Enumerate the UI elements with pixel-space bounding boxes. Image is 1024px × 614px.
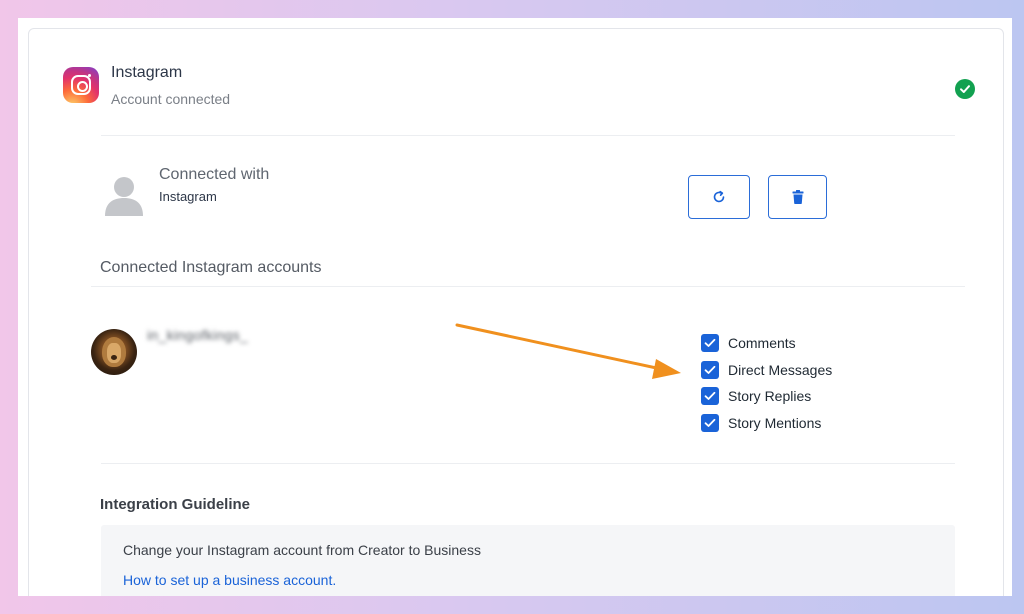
refresh-icon <box>713 190 725 203</box>
permission-label: Comments <box>728 335 796 352</box>
annotation-arrow <box>455 323 681 379</box>
connection-status: Account connected <box>111 91 231 107</box>
checkbox-checked[interactable] <box>701 387 719 406</box>
divider <box>91 286 965 287</box>
user-avatar-icon <box>103 174 145 216</box>
account-username: in_kingofkings_ <box>147 327 249 343</box>
app-title: Instagram <box>111 64 183 81</box>
permission-comments[interactable]: Comments <box>701 330 832 357</box>
business-account-link[interactable]: How to set up a business account. <box>123 572 336 588</box>
guideline-title: Integration Guideline <box>100 496 251 513</box>
connected-provider: Instagram <box>159 189 217 204</box>
permission-story-replies[interactable]: Story Replies <box>701 383 832 410</box>
permission-label: Story Replies <box>728 388 812 405</box>
instagram-logo-icon <box>63 67 99 103</box>
permission-label: Direct Messages <box>728 361 833 378</box>
permission-direct-messages[interactable]: Direct Messages <box>701 357 832 384</box>
divider <box>101 135 955 136</box>
permission-list: Comments Direct Messages Story Replies S… <box>701 330 832 436</box>
trash-icon <box>792 190 803 204</box>
connected-accounts-label: Connected Instagram accounts <box>100 259 322 276</box>
delete-button[interactable] <box>768 175 827 219</box>
permission-story-mentions[interactable]: Story Mentions <box>701 410 832 437</box>
checkbox-checked[interactable] <box>701 360 719 379</box>
integration-card: Instagram Account connected Connected wi… <box>28 28 1004 596</box>
guideline-text: Change your Instagram account from Creat… <box>123 542 481 558</box>
checkbox-checked[interactable] <box>701 334 719 353</box>
screenshot-frame: Instagram Account connected Connected wi… <box>18 18 1012 596</box>
divider <box>101 463 955 464</box>
check-circle-icon <box>955 79 975 99</box>
permission-label: Story Mentions <box>728 414 822 431</box>
checkbox-checked[interactable] <box>701 413 719 432</box>
connected-with-title: Connected with <box>159 166 270 183</box>
refresh-button[interactable] <box>688 175 750 219</box>
account-avatar <box>91 329 137 375</box>
